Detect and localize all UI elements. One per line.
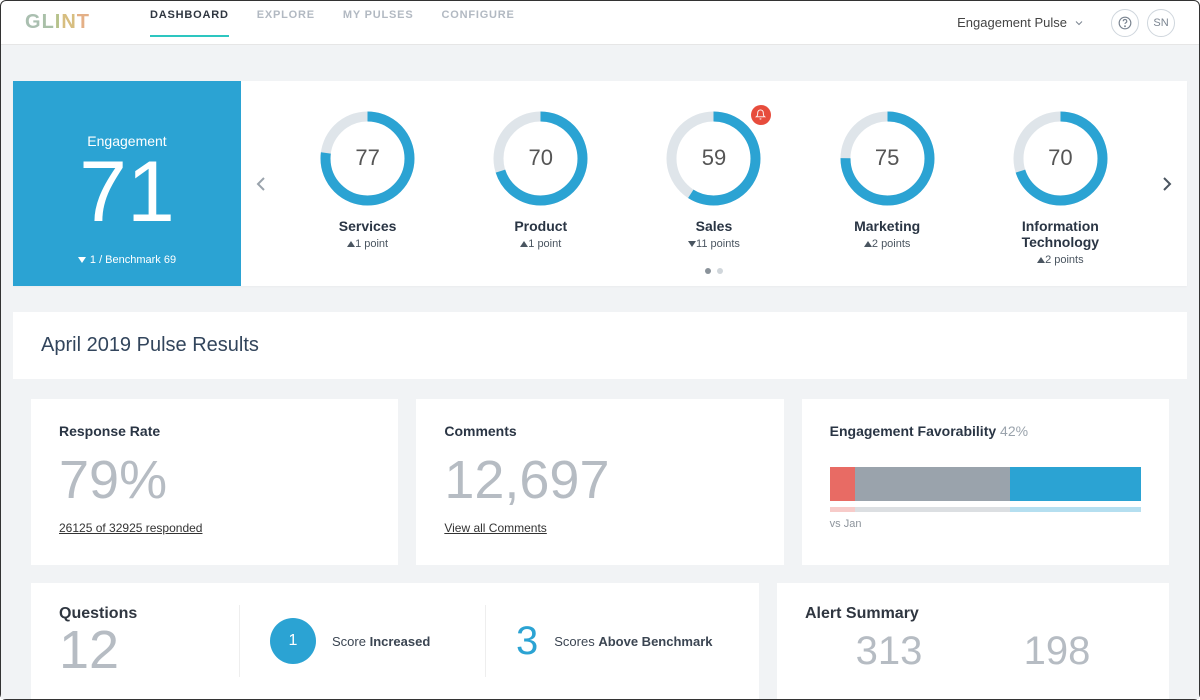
response-rate-detail-link[interactable]: 26125 of 32925 responded [59, 521, 202, 535]
response-rate-value: 79% [59, 453, 370, 507]
nav-dashboard[interactable]: DASHBOARD [150, 9, 229, 37]
alert-summary-card[interactable]: Alert Summary 313 198 [777, 583, 1169, 699]
top-bar: GLINT DASHBOARD EXPLORE MY PULSES CONFIGURE… [1, 1, 1199, 45]
hero-panel: Engagement 71 1 / Benchmark 69 77 Service… [13, 81, 1187, 286]
questions-card[interactable]: Questions 12 1 Score Increased 3 Scores … [31, 583, 759, 699]
help-button[interactable] [1111, 9, 1139, 37]
triangle-up-icon [1037, 257, 1045, 263]
score-ring: 70 [1013, 111, 1108, 206]
triangle-down-icon [688, 241, 696, 247]
score-ring: 59 [666, 111, 761, 206]
chevron-right-icon [1155, 172, 1179, 196]
department-name: Marketing [854, 218, 920, 234]
score-ring: 77 [320, 111, 415, 206]
department-services[interactable]: 77 Services 1 point [293, 111, 443, 250]
favorability-compare-bar [830, 507, 1141, 512]
department-delta: 1 point [347, 238, 388, 250]
alert-count-a: 313 [856, 629, 923, 674]
main-nav: DASHBOARD EXPLORE MY PULSES CONFIGURE [150, 9, 515, 37]
carousel-dots[interactable] [705, 268, 723, 274]
questions-count: 12 [59, 623, 239, 677]
nav-configure[interactable]: CONFIGURE [441, 9, 514, 37]
above-benchmark-count: 3 [516, 619, 538, 664]
favorability-card[interactable]: Engagement Favorability 42% vs Jan [802, 399, 1169, 565]
department-name: Product [514, 218, 567, 234]
comments-title: Comments [444, 423, 755, 439]
department-delta: 1 point [520, 238, 561, 250]
alert-count-b: 198 [1024, 629, 1091, 674]
department-name: Services [339, 218, 397, 234]
comments-card[interactable]: Comments 12,697 View all Comments [416, 399, 783, 565]
department-sales[interactable]: 59 Sales 11 points [639, 111, 789, 250]
comments-value: 12,697 [444, 453, 755, 507]
favorability-vs-label: vs Jan [830, 518, 1141, 530]
alert-summary-title: Alert Summary [805, 605, 1141, 623]
chevron-left-icon [249, 172, 273, 196]
department-name: Information Technology [985, 218, 1135, 250]
department-score: 59 [666, 111, 761, 206]
nav-explore[interactable]: EXPLORE [257, 9, 315, 37]
department-delta: 2 points [864, 238, 911, 250]
chevron-down-icon [1073, 17, 1085, 29]
results-section-title: April 2019 Pulse Results [13, 312, 1187, 381]
department-information-technology[interactable]: 70 Information Technology 2 points [985, 111, 1135, 266]
carousel-prev-button[interactable] [241, 172, 281, 196]
page-content: Engagement 71 1 / Benchmark 69 77 Service… [1, 45, 1199, 699]
engagement-score: 71 [79, 149, 175, 235]
triangle-up-icon [347, 241, 355, 247]
help-icon [1118, 16, 1132, 30]
pulse-selector-label: Engagement Pulse [957, 15, 1067, 30]
department-score: 77 [320, 111, 415, 206]
score-ring: 75 [840, 111, 935, 206]
response-rate-title: Response Rate [59, 423, 370, 439]
triangle-up-icon [520, 241, 528, 247]
department-product[interactable]: 70 Product 1 point [466, 111, 616, 250]
above-benchmark-stat: 3 Scores Above Benchmark [485, 605, 731, 677]
score-increased-badge: 1 [270, 618, 316, 664]
department-delta: 2 points [1037, 254, 1084, 266]
score-ring: 70 [493, 111, 588, 206]
department-carousel: 77 Services 1 point 70 Product 1 point 59 Sales… [241, 81, 1187, 286]
department-delta: 11 points [688, 238, 740, 250]
favorability-title: Engagement Favorability 42% [830, 423, 1141, 439]
department-name: Sales [696, 218, 733, 234]
engagement-benchmark: 1 / Benchmark 69 [78, 254, 176, 266]
department-score: 75 [840, 111, 935, 206]
pulse-selector[interactable]: Engagement Pulse [957, 15, 1085, 30]
response-rate-card[interactable]: Response Rate 79% 26125 of 32925 respond… [31, 399, 398, 565]
engagement-score-card[interactable]: Engagement 71 1 / Benchmark 69 [13, 81, 241, 286]
brand-logo: GLINT [25, 11, 90, 34]
carousel-next-button[interactable] [1147, 172, 1187, 196]
nav-my-pulses[interactable]: MY PULSES [343, 9, 414, 37]
user-avatar[interactable]: SN [1147, 9, 1175, 37]
triangle-up-icon [864, 241, 872, 247]
department-marketing[interactable]: 75 Marketing 2 points [812, 111, 962, 250]
score-increased-stat: 1 Score Increased [239, 605, 485, 677]
view-comments-link[interactable]: View all Comments [444, 521, 546, 535]
triangle-down-icon [78, 257, 86, 263]
department-score: 70 [1013, 111, 1108, 206]
department-score: 70 [493, 111, 588, 206]
favorability-bar [830, 467, 1141, 501]
